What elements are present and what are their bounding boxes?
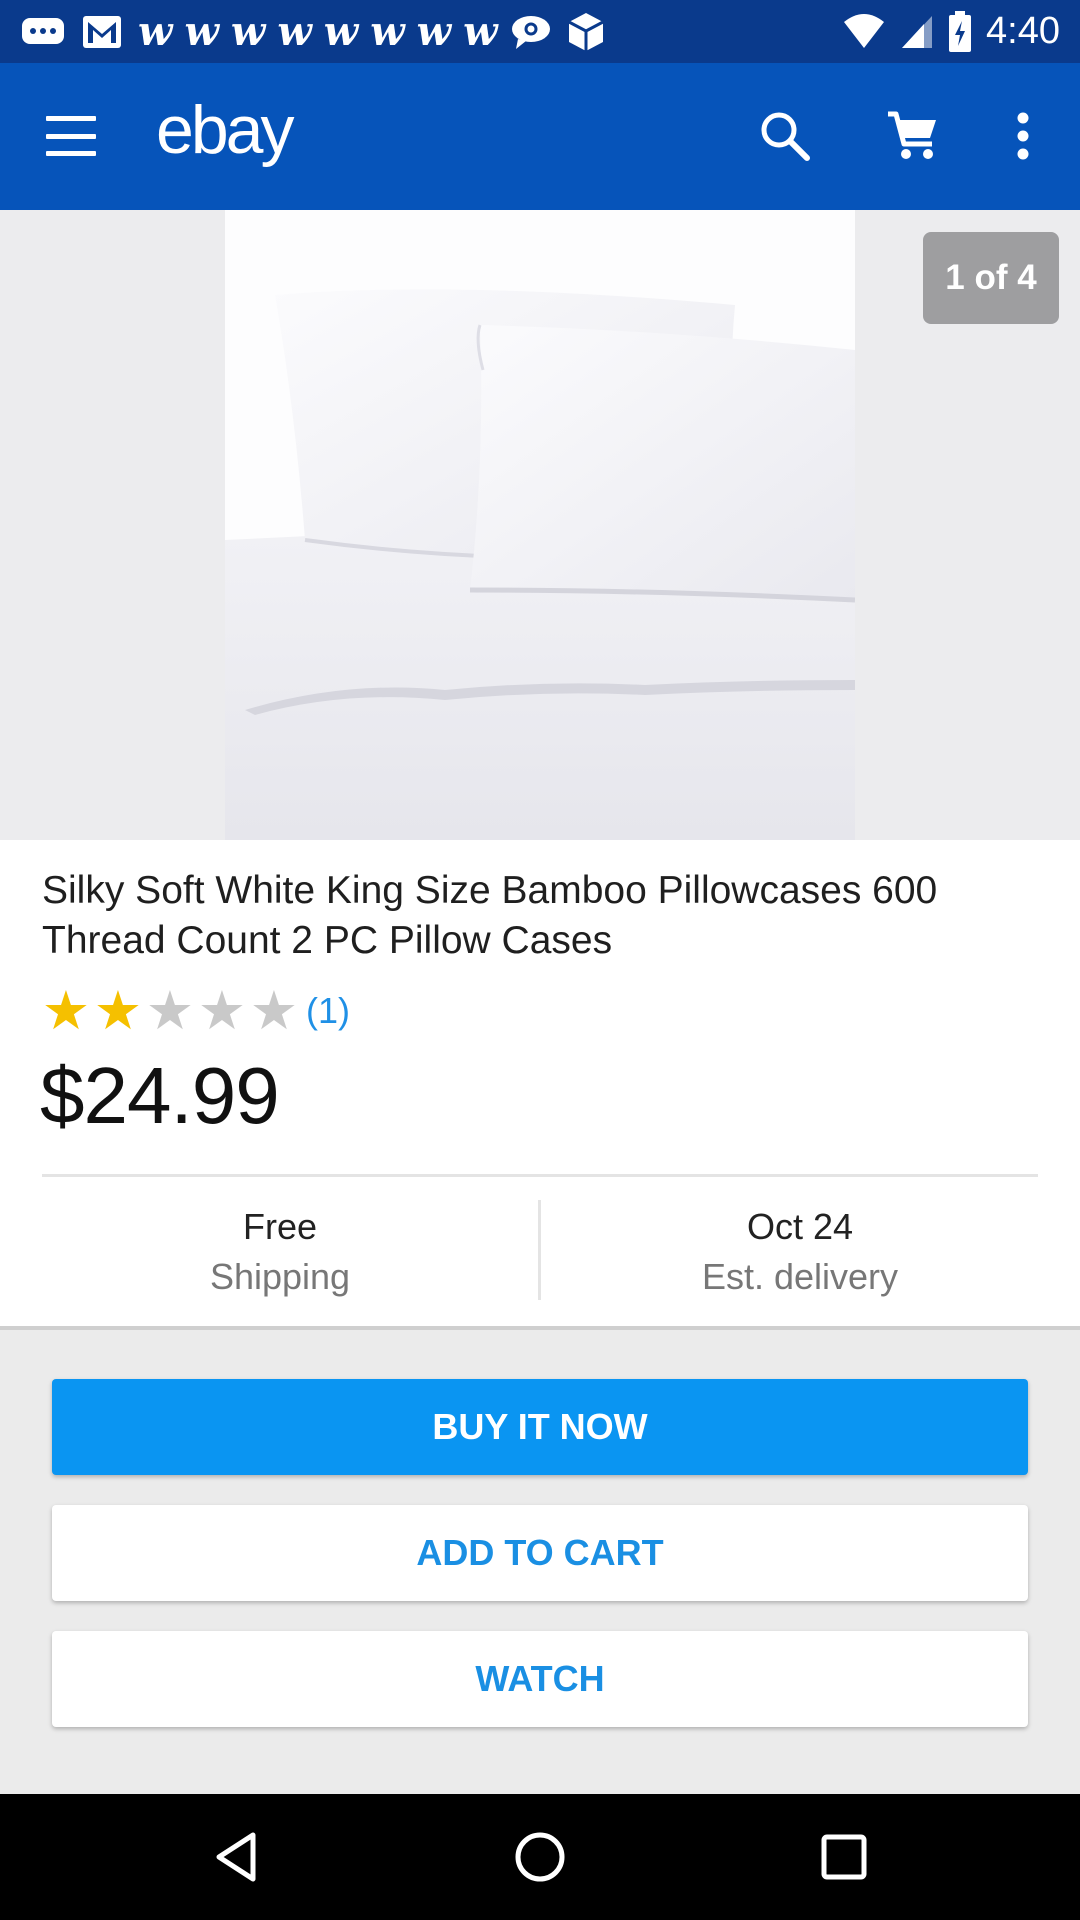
message-icon	[510, 13, 552, 51]
status-bar: w w w w w w w w 4:40	[0, 0, 1080, 63]
image-counter-badge: 1 of 4	[923, 232, 1059, 324]
buy-it-now-button[interactable]: BUY IT NOW	[52, 1379, 1028, 1475]
rating[interactable]: ★ ★ ★ ★ ★ (1)	[40, 984, 350, 1038]
w-icon: w	[138, 7, 172, 55]
vertical-divider	[538, 1200, 541, 1300]
signal-icon	[900, 14, 934, 50]
star-empty-icon: ★	[197, 981, 247, 1041]
clock: 4:40	[986, 10, 1060, 52]
star-filled-icon: ★	[41, 981, 91, 1041]
battery-charging-icon	[948, 10, 972, 53]
w-icon: w	[463, 7, 497, 55]
delivery-info: Oct 24 Est. delivery	[552, 1202, 1048, 1302]
star-filled-icon: ★	[93, 981, 143, 1041]
listing-details: Silky Soft White King Size Bamboo Pillow…	[0, 840, 1080, 1328]
w-icon: w	[416, 7, 451, 55]
app-bar: ebay	[0, 63, 1080, 210]
review-count-link[interactable]: (1)	[306, 990, 350, 1032]
w-icon: w	[184, 7, 218, 55]
system-icons: 4:40	[842, 10, 1060, 53]
search-icon[interactable]	[752, 103, 818, 169]
w-icon: w	[230, 7, 265, 55]
divider	[42, 1174, 1038, 1177]
notification-icons: w w w w w w w w	[20, 11, 606, 53]
system-nav-bar	[0, 1794, 1080, 1920]
box-icon	[566, 11, 606, 53]
more-vert-icon[interactable]	[990, 103, 1056, 169]
section-divider	[0, 1326, 1080, 1330]
wifi-icon	[842, 13, 886, 50]
delivery-date: Oct 24	[746, 1206, 854, 1247]
w-icon: w	[277, 7, 311, 55]
product-image[interactable]	[225, 210, 855, 840]
delivery-label: Est. delivery	[701, 1256, 899, 1297]
w-icon: w	[370, 7, 404, 55]
screen: w w w w w w w w 4:40 ebay 1 of 4 Silky S…	[0, 0, 1080, 1920]
watch-button[interactable]: WATCH	[52, 1631, 1028, 1727]
recents-icon[interactable]	[811, 1824, 877, 1890]
back-icon[interactable]	[203, 1824, 269, 1890]
shipping-value: Free	[242, 1206, 318, 1247]
add-to-cart-button[interactable]: ADD TO CART	[52, 1505, 1028, 1601]
gmail-icon	[80, 12, 124, 52]
shipping-info: Free Shipping	[32, 1202, 528, 1302]
menu-icon[interactable]	[46, 116, 96, 156]
listing-title: Silky Soft White King Size Bamboo Pillow…	[42, 869, 938, 962]
cart-icon[interactable]	[880, 103, 946, 169]
price: $24.99	[40, 1051, 280, 1140]
ebay-logo[interactable]: ebay	[156, 91, 294, 169]
home-icon[interactable]	[507, 1824, 573, 1890]
star-empty-icon: ★	[145, 981, 195, 1041]
chat-bubble-icon	[20, 14, 66, 50]
image-gallery[interactable]: 1 of 4	[0, 210, 1080, 840]
w-icon: w	[323, 7, 358, 55]
shipping-label: Shipping	[209, 1256, 351, 1297]
star-empty-icon: ★	[249, 981, 299, 1041]
